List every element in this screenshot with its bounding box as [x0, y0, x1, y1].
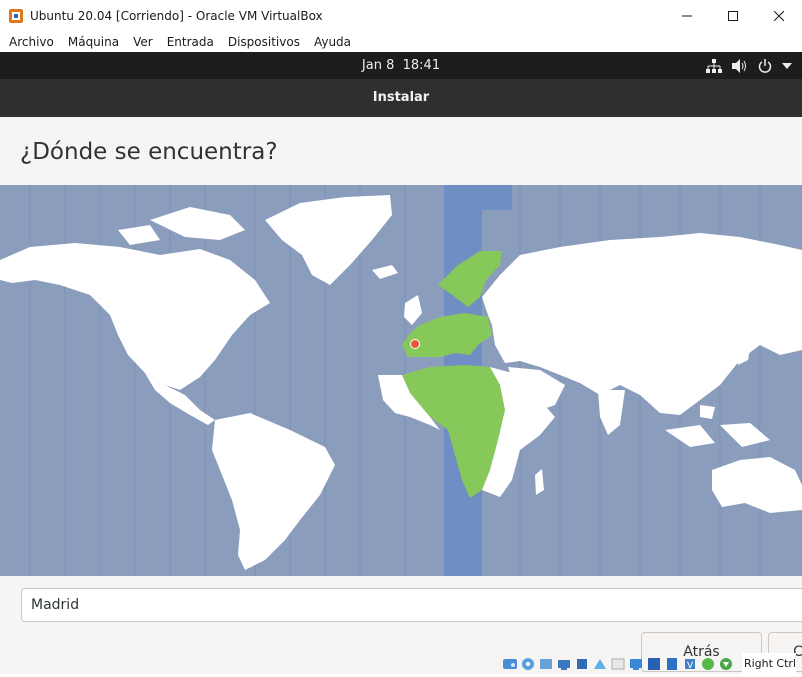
- ubuntu-topbar: Jan 8 18:41: [0, 52, 802, 79]
- clock-time: 18:41: [402, 58, 441, 73]
- volume-icon[interactable]: [732, 58, 748, 73]
- shared-folders-icon[interactable]: [592, 656, 608, 672]
- mouse-integration-icon[interactable]: [700, 656, 716, 672]
- hard-disk-icon[interactable]: [502, 656, 518, 672]
- close-icon: [774, 10, 784, 21]
- menu-dispositivos[interactable]: Dispositivos: [221, 35, 307, 49]
- host-key-label: Right Ctrl: [741, 653, 796, 674]
- menu-maquina[interactable]: Máquina: [61, 35, 126, 49]
- usb-icon[interactable]: [574, 656, 590, 672]
- menu-ayuda[interactable]: Ayuda: [307, 35, 358, 49]
- system-tray[interactable]: [706, 52, 792, 79]
- timezone-input[interactable]: Madrid: [21, 588, 802, 622]
- installer-header: Instalar: [0, 79, 802, 117]
- menu-archivo[interactable]: Archivo: [2, 35, 61, 49]
- menubar: Archivo Máquina Ver Entrada Dispositivos…: [0, 31, 802, 52]
- optical-drive-icon[interactable]: [520, 656, 536, 672]
- screen-icon[interactable]: [628, 656, 644, 672]
- window-title: Ubuntu 20.04 [Corriendo] - Oracle VM Vir…: [30, 8, 323, 23]
- capture-icon[interactable]: [646, 656, 662, 672]
- installer-content: ¿Dónde se encuentra? Madrid Atrás C: [0, 117, 802, 674]
- chevron-down-icon[interactable]: [782, 62, 792, 69]
- page-title: ¿Dónde se encuentra?: [20, 139, 278, 165]
- recording-icon[interactable]: [664, 656, 680, 672]
- window-titlebar: Ubuntu 20.04 [Corriendo] - Oracle VM Vir…: [0, 0, 802, 31]
- maximize-button[interactable]: [710, 0, 756, 31]
- audio-icon[interactable]: [538, 656, 554, 672]
- vbox-statusbar: V Right Ctrl: [0, 653, 802, 674]
- minimize-icon: [682, 15, 692, 16]
- network-icon[interactable]: [706, 58, 722, 73]
- network-adapter-icon[interactable]: [556, 656, 572, 672]
- power-icon[interactable]: [758, 58, 772, 73]
- keyboard-icon[interactable]: [718, 656, 734, 672]
- menu-entrada[interactable]: Entrada: [160, 35, 221, 49]
- world-map: [0, 185, 802, 576]
- clock[interactable]: Jan 8 18:41: [0, 52, 802, 79]
- clock-date: Jan 8: [361, 58, 395, 73]
- minimize-button[interactable]: [664, 0, 710, 31]
- virtualbox-icon: [9, 8, 23, 23]
- display-icon[interactable]: [610, 656, 626, 672]
- cpu-icon[interactable]: V: [682, 656, 698, 672]
- timezone-map[interactable]: [0, 185, 802, 576]
- svg-text:V: V: [687, 661, 694, 671]
- close-button[interactable]: [756, 0, 802, 31]
- menu-ver[interactable]: Ver: [126, 35, 160, 49]
- location-marker: [410, 339, 420, 349]
- maximize-icon: [728, 10, 738, 21]
